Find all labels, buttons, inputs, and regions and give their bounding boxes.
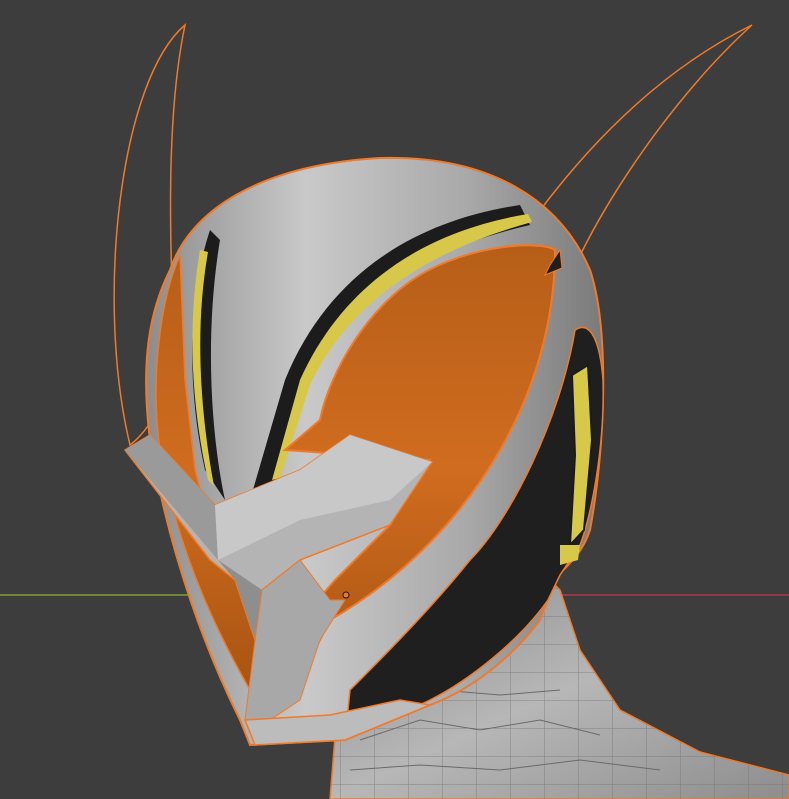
object-origin-point[interactable]	[342, 591, 350, 599]
viewport-canvas[interactable]	[0, 0, 789, 799]
3d-viewport[interactable]	[0, 0, 789, 799]
